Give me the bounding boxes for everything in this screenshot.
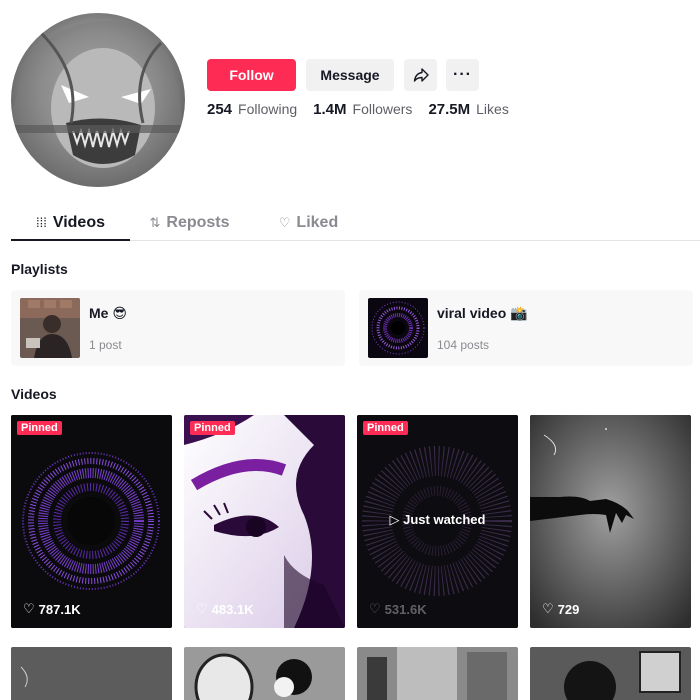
heart-outline-icon: ♡ — [542, 601, 554, 616]
tab-videos-label: Videos — [52, 213, 105, 231]
playlist-card[interactable]: Me 😎 1 post — [11, 290, 345, 366]
playlists-heading: Playlists — [11, 261, 68, 277]
share-arrow-icon — [413, 68, 429, 82]
profile-stats: 254 Following 1.4M Followers 27.5M Likes — [207, 101, 509, 118]
video-card[interactable]: Pinned ▷ Just watched ♡ 531.6K — [357, 415, 518, 628]
video-thumbnail — [530, 415, 691, 628]
video-card[interactable]: Pinned ♡ 787.1K — [11, 415, 172, 628]
tab-reposts-label: Reposts — [166, 214, 230, 231]
video-thumbnail — [530, 647, 691, 700]
more-options-button[interactable]: ··· — [446, 59, 479, 91]
followers-label: Followers — [352, 101, 413, 117]
message-button[interactable]: Message — [306, 59, 394, 91]
pinned-badge: Pinned — [17, 421, 62, 435]
just-watched-overlay: ▷ Just watched — [389, 512, 486, 527]
followers-count: 1.4M — [313, 101, 347, 118]
avatar-art — [11, 21, 185, 187]
video-card[interactable] — [11, 647, 172, 700]
video-like-count: ♡ 729 — [542, 601, 580, 617]
video-like-count: ♡ 483.1K — [196, 601, 254, 617]
followers-stat[interactable]: 1.4M Followers — [313, 101, 412, 118]
repost-icon: ⇅ — [149, 215, 161, 230]
video-card[interactable]: ♡ 729 — [530, 415, 691, 628]
profile-tabs: ⁞⁞⁞ Videos ⇅ Reposts ♡ Liked — [11, 206, 700, 241]
playlist-post-count: 104 posts — [437, 338, 490, 352]
video-thumbnail — [184, 647, 345, 700]
heart-lock-icon: ♡ — [278, 215, 291, 230]
heart-outline-icon: ♡ — [23, 601, 35, 616]
video-thumbnail — [184, 415, 345, 628]
videos-heading: Videos — [11, 386, 57, 402]
likes-stat: 27.5M Likes — [428, 101, 508, 118]
likes-label: Likes — [476, 101, 509, 117]
profile-avatar[interactable] — [11, 13, 185, 187]
video-card[interactable] — [530, 647, 691, 700]
following-label: Following — [238, 101, 298, 117]
video-thumbnail — [357, 647, 518, 700]
tab-liked[interactable]: ♡ Liked — [249, 206, 368, 240]
video-like-count: ♡ 787.1K — [23, 601, 81, 617]
playlist-name: Me 😎 — [89, 305, 127, 321]
video-thumbnail — [11, 415, 172, 628]
playlist-thumbnail — [368, 298, 428, 358]
playlist-card[interactable]: viral video 📸 104 posts — [359, 290, 693, 366]
playlist-post-count: 1 post — [89, 338, 122, 352]
following-stat[interactable]: 254 Following — [207, 101, 297, 118]
playlist-name: viral video 📸 — [437, 305, 528, 321]
video-thumbnail — [11, 647, 172, 700]
likes-count: 27.5M — [428, 101, 471, 118]
tab-reposts[interactable]: ⇅ Reposts — [130, 206, 249, 240]
tab-liked-label: Liked — [296, 214, 339, 231]
play-icon: ▷ — [389, 512, 404, 527]
playlist-thumbnail — [20, 298, 80, 358]
pinned-badge: Pinned — [190, 421, 235, 435]
video-card[interactable] — [357, 647, 518, 700]
more-dots-icon: ··· — [453, 66, 472, 83]
pinned-badge: Pinned — [363, 421, 408, 435]
video-like-count: ♡ 531.6K — [369, 601, 427, 617]
video-card[interactable] — [184, 647, 345, 700]
follow-button[interactable]: Follow — [207, 59, 296, 91]
grid-icon: ⁞⁞⁞ — [35, 215, 47, 230]
heart-outline-icon: ♡ — [196, 601, 208, 616]
heart-outline-icon: ♡ — [369, 601, 381, 616]
following-count: 254 — [207, 101, 233, 118]
share-button[interactable] — [404, 59, 437, 91]
tab-videos[interactable]: ⁞⁞⁞ Videos — [11, 206, 130, 241]
video-card[interactable]: Pinned ♡ 483.1K — [184, 415, 345, 628]
